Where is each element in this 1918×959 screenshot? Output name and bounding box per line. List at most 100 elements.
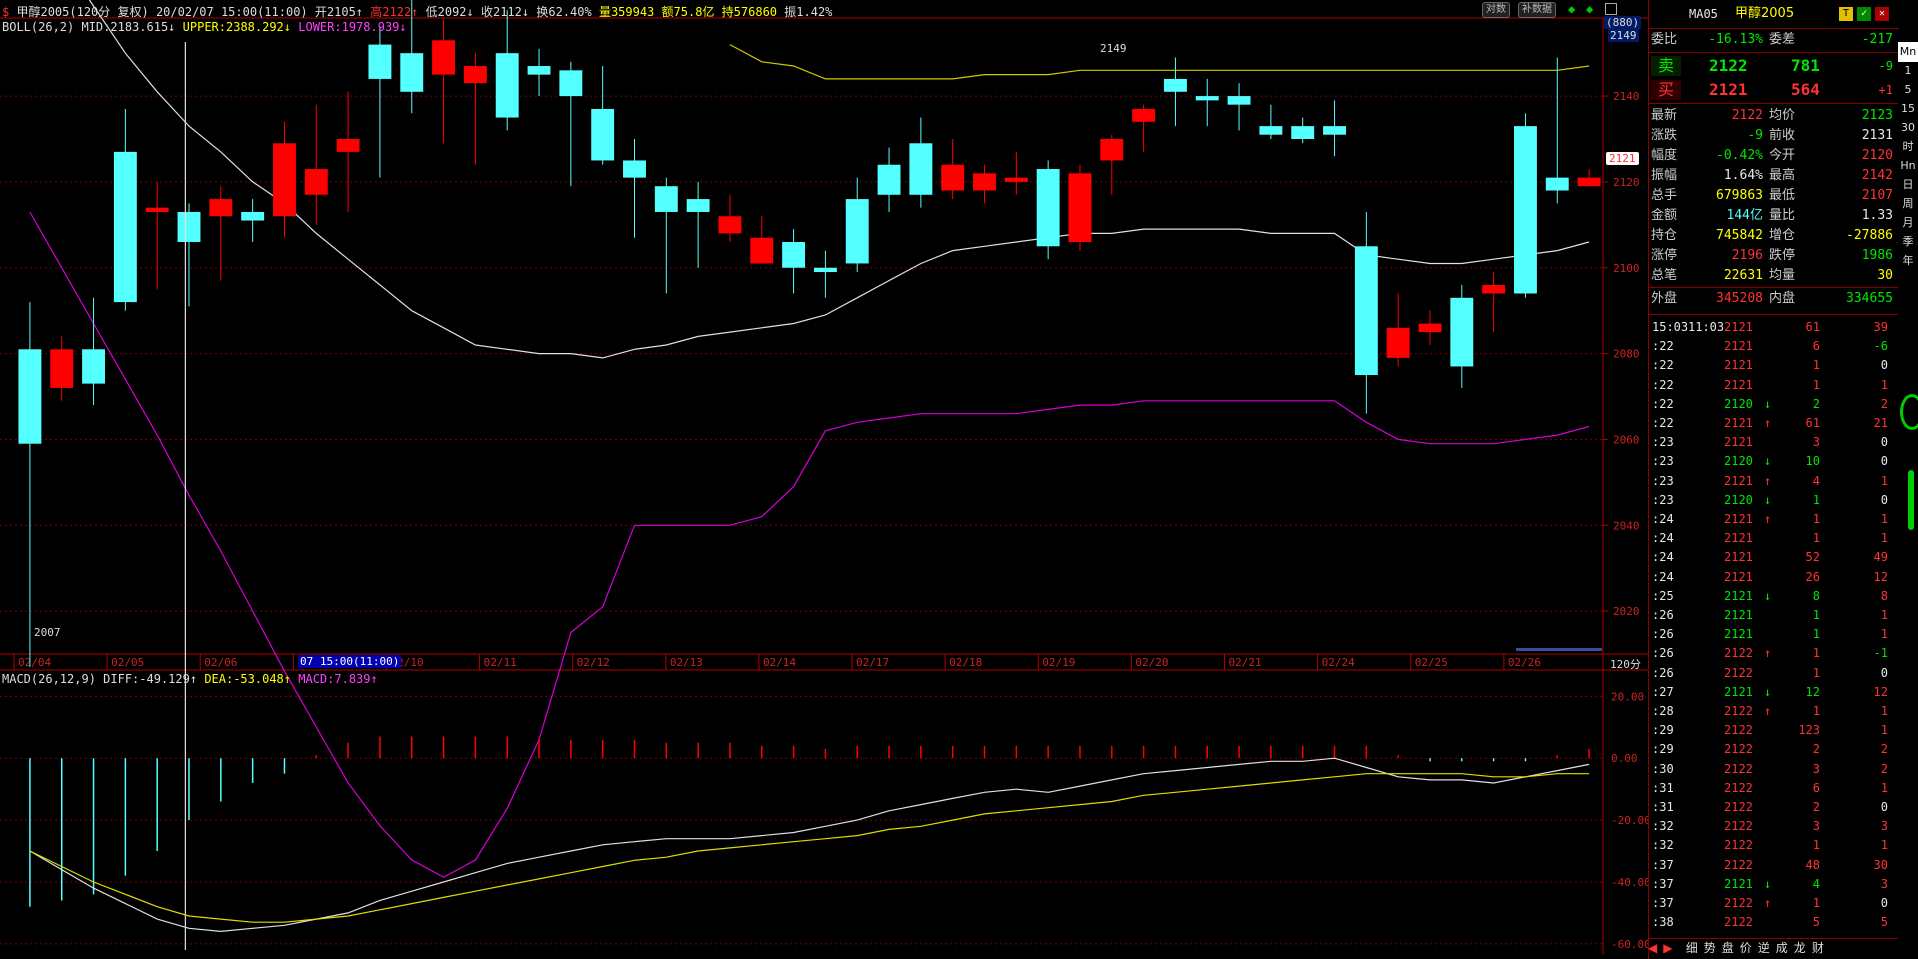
side-tab[interactable]: Mn [1898,42,1918,62]
divider [1649,287,1899,288]
macd-axis-label: -20.00 [1611,814,1648,827]
tick-row[interactable]: :22 2120 ↓ 2 2 [1648,395,1898,414]
tick-row[interactable]: :27 2121 ↓ 12 12 [1648,683,1898,702]
bottom-tab[interactable]: 财 [1812,939,1824,958]
tick-delta: -1 [1873,646,1888,661]
tick-row[interactable]: :23 2120 ↓ 10 0 [1648,452,1898,471]
bottom-tab[interactable]: 成 [1776,939,1788,958]
tick-row[interactable]: :29 2122 123 1 [1648,721,1898,740]
outer-inner-row: 外盘 345208 内盘 334655 [1649,289,1899,309]
bottom-tab[interactable]: 盘 [1722,939,1734,958]
side-tab[interactable]: 时 [1898,137,1918,157]
side-tab[interactable]: 周 [1898,194,1918,214]
next-tab-icon[interactable]: ▶ [1663,939,1672,958]
side-tab[interactable]: 15 [1898,99,1918,119]
macd-dea: DEA:-53.048↑ [204,672,292,686]
bottom-tab[interactable]: 龙 [1794,939,1806,958]
tick-price: 2121 [1724,569,1753,584]
date-label: 02/11 [484,656,517,669]
tick-row[interactable]: :28 2122 ↑ 1 1 [1648,702,1898,721]
diamond-icon-2[interactable]: ◆ [1586,2,1600,16]
candle-body [113,151,137,303]
tick-row[interactable]: :31 2122 6 1 [1648,779,1898,798]
tick-row[interactable]: :32 2122 1 1 [1648,836,1898,855]
side-tab[interactable]: 年 [1898,251,1918,271]
tick-row[interactable]: :24 2121 1 1 [1648,529,1898,548]
side-tab[interactable]: 季 [1898,232,1918,252]
check-icon[interactable]: ✓ [1857,7,1871,21]
tick-row[interactable]: :31 2122 2 0 [1648,798,1898,817]
candle-body [654,186,678,212]
macd-macd: MACD:7.839↑ [298,672,378,686]
stat-value: 2120 [1861,148,1893,163]
tick-row[interactable]: :38 2122 5 5 [1648,913,1898,932]
tick-row[interactable]: :25 2121 ↓ 8 8 [1648,587,1898,606]
tick-delta: 1 [1880,473,1888,488]
tick-volume: 1 [1812,492,1820,507]
tick-row[interactable]: :23 2120 ↓ 1 0 [1648,491,1898,510]
tick-row[interactable]: :30 2122 3 2 [1648,760,1898,779]
tick-row[interactable]: :22 2121 ↑ 61 21 [1648,414,1898,433]
tick-volume: 5 [1812,915,1820,930]
tick-row[interactable]: :24 2121 52 49 [1648,548,1898,567]
tick-volume: 6 [1812,780,1820,795]
prev-tab-icon[interactable]: ◀ [1648,939,1657,958]
side-tab[interactable]: 月 [1898,213,1918,233]
tick-row[interactable]: :37 2121 ↓ 4 3 [1648,875,1898,894]
log-scale-button[interactable]: 对数 [1482,2,1510,18]
tick-row[interactable]: :24 2121 ↑ 1 1 [1648,510,1898,529]
tick-price: 2122 [1724,896,1753,910]
tick-row[interactable]: 15:03 11:03 2121 61 39 [1648,318,1898,337]
kline-chart[interactable]: 2140 2120 2100 2080 2060 2040 2020 20.00 0.00 -20… [0,0,1648,959]
tick-row[interactable]: :26 2121 1 1 [1648,606,1898,625]
tick-row[interactable]: :26 2122 ↑ 1 -1 [1648,644,1898,663]
tick-row[interactable]: :26 2122 1 0 [1648,664,1898,683]
tick-row[interactable]: :22 2121 6 -6 [1648,337,1898,356]
side-tab[interactable]: 5 [1898,80,1918,100]
side-tab[interactable]: 30 [1898,118,1918,138]
candle-body [941,164,965,191]
side-tab[interactable]: Hn [1898,156,1918,176]
tick-volume: 52 [1805,550,1820,565]
tick-price: 2122 [1724,780,1753,795]
maximize-icon[interactable] [1605,3,1617,15]
diamond-icon[interactable]: ◆ [1568,2,1582,16]
scrollbar-thumb[interactable] [1908,470,1914,530]
tick-time: :27 [1652,684,1674,699]
tick-row[interactable]: :37 2122 48 30 [1648,856,1898,875]
tick-row[interactable]: :29 2122 2 2 [1648,740,1898,759]
tick-arrow: ↓ [1764,876,1772,891]
amplitude-value: 振1.42% [784,5,833,19]
candle-body [527,66,551,75]
refresh-icon[interactable] [1900,394,1918,430]
t-icon[interactable]: T [1839,7,1853,21]
symbol-title: 甲醇2005(120分 复权) 20/02/07 15:00(11:00) [16,5,308,19]
sell-row: 卖 2122 781 -9 [1649,56,1899,76]
tick-volume: 123 [1798,723,1820,738]
tick-row[interactable]: :23 2121 3 0 [1648,433,1898,452]
side-tab[interactable]: 日 [1898,175,1918,195]
tick-row[interactable]: :23 2121 ↑ 4 1 [1648,472,1898,491]
chart-area[interactable]: 2140 2120 2100 2080 2060 2040 2020 20.00 0.00 -20… [0,0,1648,959]
bottom-tab[interactable]: 逆 [1758,939,1770,958]
axis-badge-1: (880) [1604,16,1642,29]
side-tab[interactable]: 1 [1898,61,1918,81]
bottom-tab[interactable]: 价 [1740,939,1752,958]
tick-row[interactable]: :24 2121 26 12 [1648,568,1898,587]
tick-row[interactable]: :37 2122 ↑ 1 0 [1648,894,1898,913]
bottom-tab[interactable]: 势 [1704,939,1716,958]
tick-time: :26 [1652,608,1674,622]
tick-time: :37 [1652,876,1674,891]
tick-price: 2121 [1724,684,1753,699]
tick-delta: 0 [1880,454,1888,469]
tick-time: :23 [1652,435,1674,450]
bottom-tab[interactable]: 细 [1686,939,1698,958]
tick-row[interactable]: :22 2121 1 0 [1648,356,1898,375]
tick-row[interactable]: :22 2121 1 1 [1648,376,1898,395]
supplement-data-button[interactable]: 补数据 [1518,2,1556,18]
tick-delta: 0 [1880,800,1888,814]
close-icon[interactable]: ✕ [1875,7,1889,21]
tick-row[interactable]: :32 2122 3 3 [1648,817,1898,836]
tick-row[interactable]: :26 2121 1 1 [1648,625,1898,644]
turnover-value: 换62.40% [536,5,592,19]
